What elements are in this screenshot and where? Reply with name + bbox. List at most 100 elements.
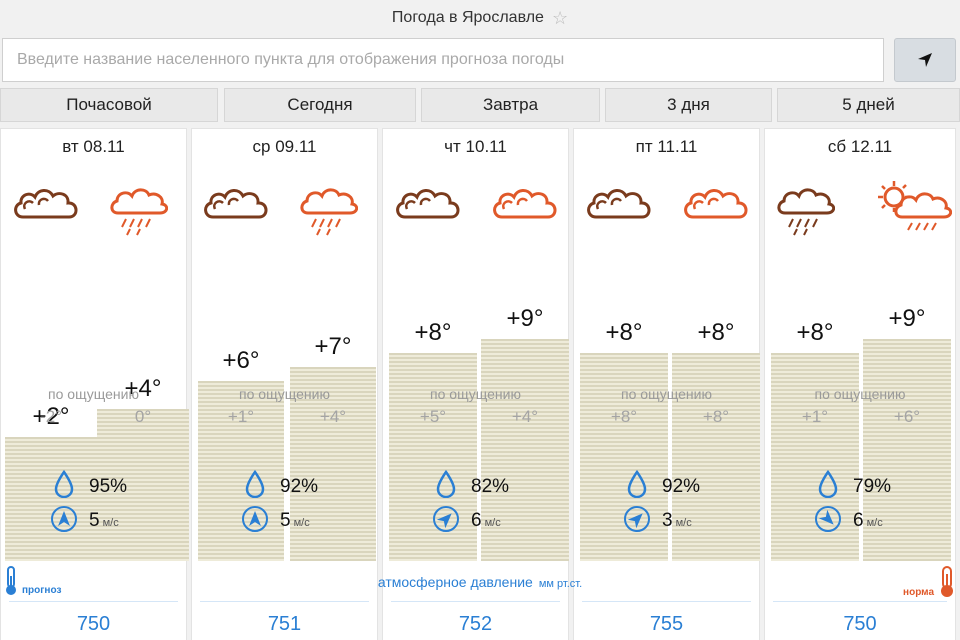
night-feels-like: +1° — [801, 407, 829, 426]
humidity-drop-icon — [53, 469, 75, 499]
day-column[interactable]: чт 10.11 +8° +9° по ощущению +5° +4° 82%… — [382, 128, 569, 640]
forecast-tabs: Почасовой Сегодня Завтра 3 дня 5 дней — [0, 88, 960, 122]
wind-direction-icon — [432, 505, 460, 533]
humidity-drop-icon — [817, 469, 839, 499]
sun-rain-icon — [872, 179, 953, 239]
day-feels-like: +8° — [702, 407, 730, 426]
wind-direction-icon — [241, 505, 269, 533]
wind-speed: 6 м/с — [853, 510, 883, 532]
cloudy-icon — [393, 179, 473, 239]
day-feels-like: +4° — [319, 407, 347, 426]
city-search-input[interactable] — [2, 38, 884, 82]
day-column[interactable]: сб 12.11 +8° +9° по ощущению +1° +6° 79%… — [764, 128, 956, 640]
night-temp: +6° — [222, 347, 260, 374]
feels-like-label: по ощущению — [48, 386, 139, 402]
night-feels-like: +8° — [610, 407, 638, 426]
wind-speed-value: 6 — [471, 510, 482, 531]
rain-icon — [108, 179, 188, 239]
rain-icon — [775, 179, 855, 239]
wind-speed: 5 м/с — [280, 510, 310, 532]
feels-like-label: по ощущению — [814, 386, 906, 402]
feels-like-label: по ощущению — [239, 386, 330, 402]
cloudy-icon — [11, 179, 91, 239]
location-arrow-icon — [918, 53, 932, 67]
norm-legend: норма — [903, 566, 956, 598]
humidity-value: 79% — [853, 476, 892, 497]
pressure-value: 751 — [267, 613, 302, 635]
day-feels-like: +6° — [893, 407, 921, 426]
day-date: чт 10.11 — [444, 137, 507, 156]
humidity-value: 92% — [280, 476, 319, 497]
night-temp: +8° — [796, 319, 834, 346]
day-column[interactable]: пт 11.11 +8° +8° по ощущению +8° +8° 92%… — [573, 128, 760, 640]
title-bar: Погода в Ярославле ☆ — [0, 0, 960, 36]
pressure-divider — [773, 601, 947, 602]
day-date: ср 09.11 — [252, 137, 317, 156]
wind-unit: м/с — [293, 517, 310, 529]
pressure-divider — [391, 601, 560, 602]
tab-5-days[interactable]: 5 дней — [777, 88, 960, 122]
tab-3-days[interactable]: 3 дня — [605, 88, 772, 122]
pressure-value: 752 — [458, 613, 493, 635]
humidity-drop-icon — [626, 469, 648, 499]
feels-like-label: по ощущению — [621, 386, 712, 402]
day-feels-like: +4° — [511, 407, 539, 426]
wind-speed: 6 м/с — [471, 510, 501, 532]
pressure-title-text: атмосферное давление — [377, 574, 533, 590]
pressure-divider — [582, 601, 751, 602]
tab-hourly[interactable]: Почасовой — [0, 88, 218, 122]
night-feels-like: +1° — [227, 407, 255, 426]
night-temp-bar — [5, 437, 97, 561]
pressure-title: атмосферное давление мм рт.ст. — [0, 574, 960, 590]
pressure-divider — [9, 601, 178, 602]
search-row — [0, 38, 960, 82]
days-container: вт 08.11 +2° +4° по ощущению -2° 0° 95% … — [0, 128, 960, 640]
wind-direction-icon — [814, 505, 842, 533]
locate-button[interactable] — [894, 38, 956, 82]
day-column[interactable]: вт 08.11 +2° +4° по ощущению -2° 0° 95% … — [0, 128, 189, 640]
wind-direction-icon — [623, 505, 651, 533]
day-feels-like: 0° — [134, 407, 152, 426]
tab-tomorrow[interactable]: Завтра — [421, 88, 600, 122]
wind-speed-value: 5 — [280, 510, 291, 531]
tab-today[interactable]: Сегодня — [224, 88, 416, 122]
wind-unit: м/с — [484, 517, 501, 529]
page-title: Погода в Ярославле — [391, 9, 544, 26]
day-date: пт 11.11 — [635, 137, 698, 156]
day-date: сб 12.11 — [827, 137, 893, 156]
wind-speed: 5 м/с — [89, 510, 119, 532]
day-column[interactable]: ср 09.11 +6° +7° по ощущению +1° +4° 92%… — [191, 128, 378, 640]
wind-speed-value: 3 — [662, 510, 673, 531]
day-date: вт 08.11 — [62, 137, 125, 156]
humidity-drop-icon — [435, 469, 457, 499]
wind-unit: м/с — [866, 517, 883, 529]
favorite-star-icon[interactable]: ☆ — [552, 8, 568, 29]
cloudy-icon — [584, 179, 664, 239]
pressure-value: 755 — [649, 613, 684, 635]
night-feels-like: -2° — [40, 407, 62, 426]
day-temp: +9° — [506, 305, 544, 332]
pressure-value: 750 — [76, 613, 111, 635]
pressure-divider — [200, 601, 369, 602]
cloudy-icon — [201, 179, 281, 239]
night-feels-like: +5° — [419, 407, 447, 426]
wind-speed-value: 6 — [853, 510, 864, 531]
pressure-value: 750 — [843, 613, 877, 635]
feels-like-label: по ощущению — [430, 386, 521, 402]
cloudy-icon — [681, 179, 761, 239]
cloudy-icon — [490, 179, 570, 239]
humidity-drop-icon — [244, 469, 266, 499]
norm-legend-label: норма — [903, 587, 934, 598]
night-temp: +8° — [605, 319, 643, 346]
rain-icon — [298, 179, 378, 239]
day-temp: +7° — [314, 333, 352, 360]
pressure-unit: мм рт.ст. — [538, 578, 583, 590]
humidity-value: 92% — [662, 476, 701, 497]
humidity-value: 82% — [471, 476, 510, 497]
humidity-value: 95% — [89, 476, 128, 497]
wind-direction-icon — [50, 505, 78, 533]
day-temp: +9° — [888, 305, 926, 332]
wind-unit: м/с — [102, 517, 119, 529]
night-temp: +8° — [414, 319, 452, 346]
day-temp: +8° — [697, 319, 735, 346]
